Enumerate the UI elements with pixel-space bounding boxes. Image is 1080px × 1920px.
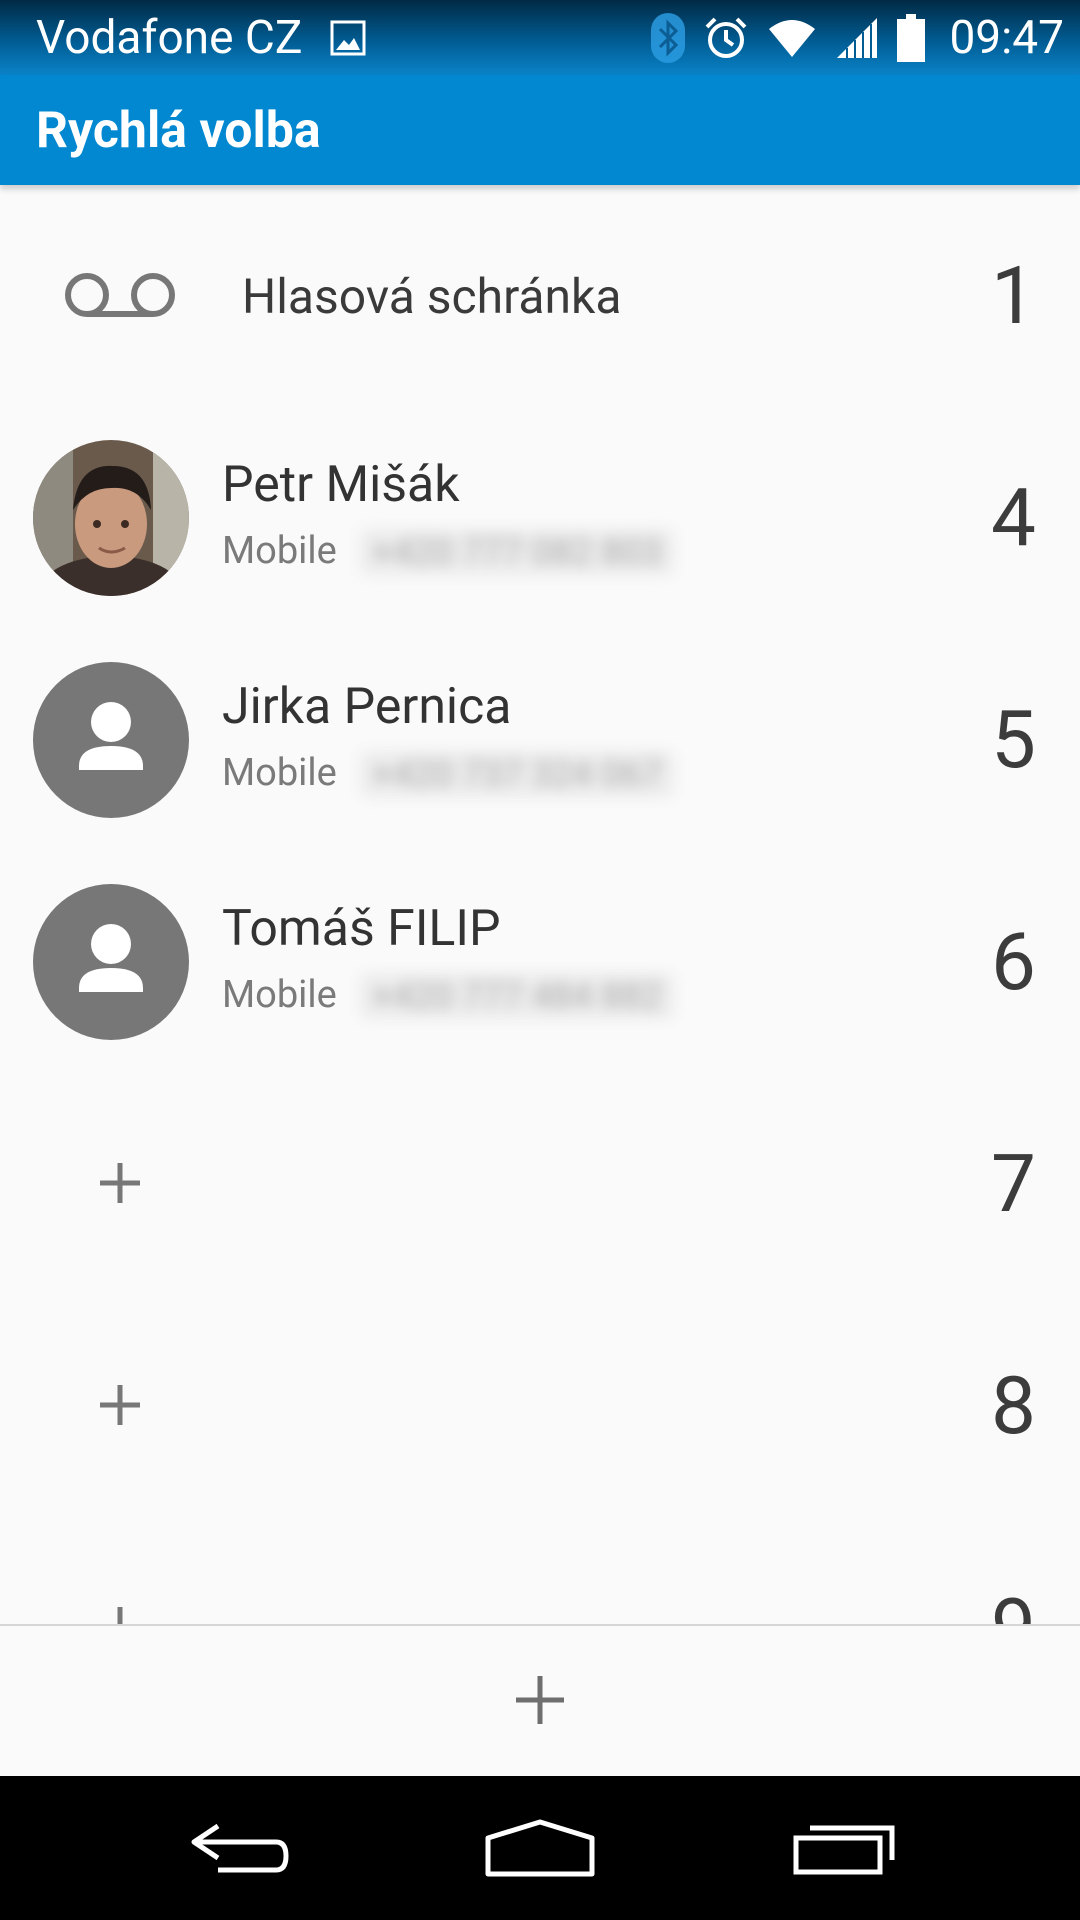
avatar <box>33 884 189 1040</box>
contact-row-tomas[interactable]: Tomáš FILIP Mobile +420 777 484 882 6 <box>0 851 1080 1073</box>
contact-number: +420 777 484 882 <box>360 973 675 1019</box>
slot-number: 6 <box>991 915 1036 1009</box>
wifi-icon <box>769 19 816 57</box>
contact-photo <box>33 440 189 596</box>
contact-number: +420 737 324 067 <box>360 751 675 797</box>
empty-slot-row-7[interactable]: 7 <box>0 1073 1080 1295</box>
add-speed-dial-button[interactable] <box>500 1660 580 1740</box>
contact-row-jirka[interactable]: Jirka Pernica Mobile +420 737 324 067 5 <box>0 629 1080 851</box>
avatar <box>33 440 189 596</box>
person-icon <box>79 924 143 992</box>
contact-number-type: Mobile <box>222 529 337 573</box>
speed-dial-list: Hlasová schránka 1 Petr Mišák Mobile +42… <box>0 185 1080 1625</box>
page-title: Rychlá volba <box>36 102 321 160</box>
status-clock: 09:47 <box>949 10 1064 65</box>
contact-number-type: Mobile <box>222 751 337 795</box>
home-button[interactable] <box>440 1776 640 1920</box>
avatar <box>33 662 189 818</box>
slot-number: 5 <box>991 693 1036 787</box>
voicemail-icon <box>65 273 175 317</box>
bottom-action-bar <box>0 1624 1080 1778</box>
bluetooth-icon <box>651 12 686 63</box>
signal-icon <box>837 17 878 58</box>
battery-icon <box>897 13 926 62</box>
plus-icon <box>100 1385 140 1425</box>
empty-slot-row-9[interactable]: 9 <box>0 1517 1080 1625</box>
back-icon <box>191 1823 289 1873</box>
recents-button[interactable] <box>744 1776 944 1920</box>
contact-row-petr[interactable]: Petr Mišák Mobile +420 777 082 803 4 <box>0 407 1080 629</box>
contact-name: Jirka Pernica <box>222 678 512 736</box>
plus-icon <box>100 1607 140 1625</box>
alarm-icon <box>706 17 747 58</box>
carrier-name: Vodafone CZ <box>36 11 303 65</box>
app-bar: Rychlá volba <box>0 75 1080 185</box>
slot-number: 8 <box>991 1359 1036 1453</box>
slot-number: 1 <box>991 249 1036 343</box>
plus-icon <box>100 1163 140 1203</box>
recents-icon <box>793 1825 895 1875</box>
slot-number: 4 <box>991 471 1036 565</box>
voicemail-row[interactable]: Hlasová schránka 1 <box>0 185 1080 407</box>
person-icon <box>79 702 143 770</box>
contact-name: Petr Mišák <box>222 456 460 514</box>
empty-slot-row-8[interactable]: 8 <box>0 1295 1080 1517</box>
back-button[interactable] <box>140 1776 340 1920</box>
voicemail-label: Hlasová schránka <box>242 268 622 325</box>
contact-name: Tomáš FILIP <box>222 900 501 958</box>
gallery-icon <box>330 20 366 56</box>
status-bar: Vodafone CZ 09:47 <box>0 0 1080 75</box>
contact-number: +420 777 082 803 <box>360 529 675 575</box>
home-icon <box>485 1819 595 1877</box>
contact-number-type: Mobile <box>222 973 337 1017</box>
slot-number: 7 <box>991 1137 1036 1231</box>
navigation-bar <box>0 1776 1080 1920</box>
slot-number: 9 <box>991 1583 1036 1625</box>
